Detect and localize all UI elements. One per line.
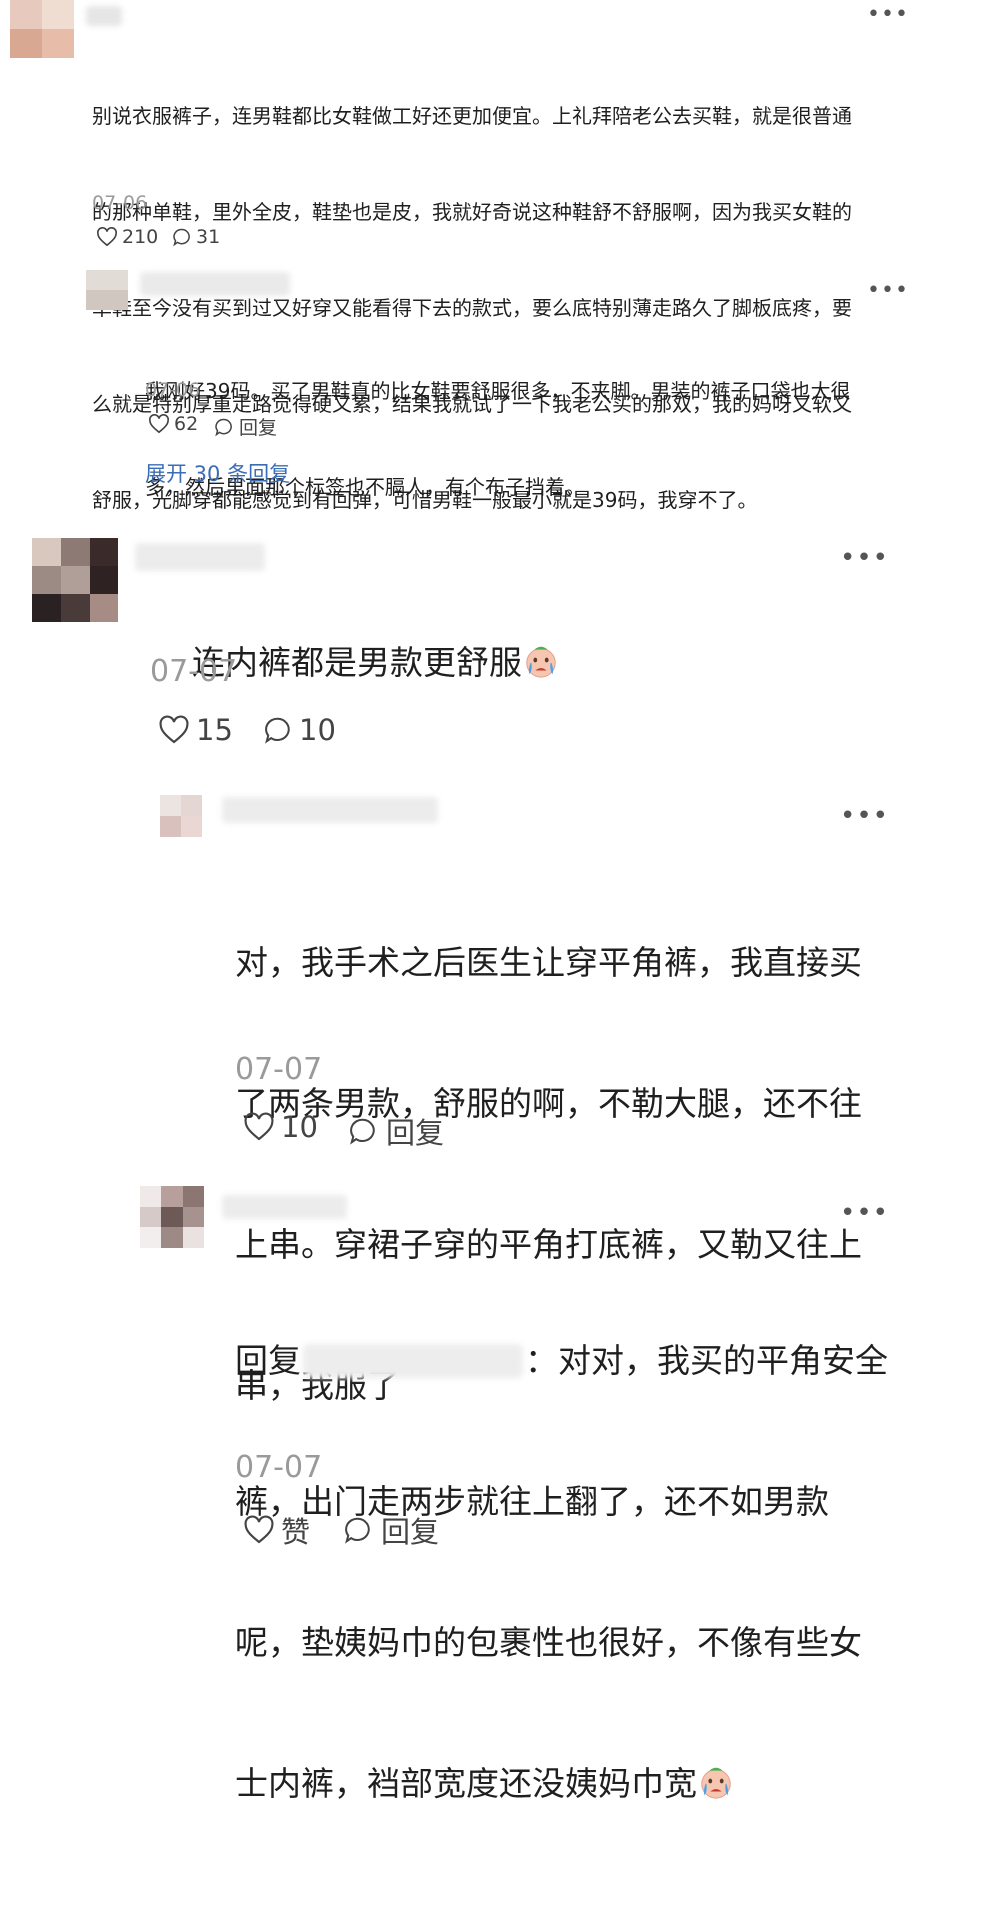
comment-text: 连内裤都是男款更舒服	[150, 588, 850, 744]
like-count: 62	[174, 413, 199, 435]
avatar[interactable]	[86, 270, 128, 310]
avatar[interactable]	[160, 795, 202, 837]
reply-label: 回复	[386, 1116, 445, 1150]
username-blurred[interactable]	[222, 797, 438, 823]
comment-bubble-icon	[173, 228, 190, 247]
like-count: 10	[281, 1110, 318, 1144]
comment-bubble-icon	[345, 1517, 370, 1544]
more-dots-icon[interactable]: •••	[840, 1200, 889, 1226]
comment-date: 07-06	[92, 192, 148, 214]
reply-count-button[interactable]: 31	[172, 226, 220, 248]
like-button[interactable]: 62	[148, 413, 198, 435]
reply-label: 回复	[381, 1515, 440, 1549]
like-button[interactable]: 赞	[243, 1509, 310, 1551]
heart-outline-icon	[97, 227, 117, 247]
like-label: 赞	[281, 1515, 311, 1549]
heart-outline-icon	[244, 1112, 274, 1141]
more-dots-icon[interactable]: •••	[840, 545, 889, 571]
comment-bubble-icon	[350, 1118, 375, 1145]
reply-button[interactable]: 回复	[214, 413, 277, 440]
avatar[interactable]	[140, 1186, 204, 1248]
crying-emoji-icon	[522, 642, 560, 694]
more-dots-icon[interactable]: •••	[867, 280, 909, 302]
comment-bubble-icon	[215, 418, 232, 436]
heart-outline-icon	[244, 1515, 274, 1544]
avatar[interactable]	[32, 538, 118, 622]
comment-bubble-icon	[265, 717, 290, 744]
more-dots-icon[interactable]: •••	[840, 803, 889, 829]
reply-button[interactable]: 回复	[348, 1110, 444, 1152]
reply-date: 07-06	[145, 379, 201, 401]
reply-label: 回复	[239, 417, 278, 439]
more-dots-icon[interactable]: •••	[867, 4, 909, 26]
reply-count: 31	[196, 226, 221, 248]
reply-count-button[interactable]: 10	[263, 713, 336, 747]
like-button[interactable]: 210	[96, 226, 158, 248]
like-count: 210	[122, 226, 159, 248]
reply-date: 07-07	[235, 1450, 323, 1485]
comment-date: 07-07	[150, 654, 238, 689]
username-blurred[interactable]	[140, 272, 290, 296]
mentioned-username-blurred[interactable]	[303, 1344, 523, 1378]
heart-outline-icon	[159, 715, 189, 744]
reply-button[interactable]: 回复	[343, 1509, 439, 1551]
like-count: 15	[196, 713, 233, 747]
expand-replies-link[interactable]: 展开 30 条回复	[145, 458, 290, 488]
username-blurred[interactable]	[135, 543, 265, 571]
like-button[interactable]: 15	[158, 713, 233, 747]
reply-count: 10	[299, 713, 336, 747]
avatar[interactable]	[10, 0, 74, 58]
crying-emoji-icon	[697, 1763, 735, 1813]
reply-date: 07-07	[235, 1052, 323, 1087]
reply-prefix: 回复	[235, 1341, 301, 1380]
heart-outline-icon	[149, 414, 169, 434]
reply-text: 回复 ：对对，我买的平角安全 裤，出门走两步就往上翻了，还不如男款 呢，垫姨妈巾的…	[235, 1243, 925, 1907]
username-blurred[interactable]	[222, 1195, 347, 1219]
like-button[interactable]: 10	[243, 1110, 318, 1144]
username-blurred[interactable]	[86, 6, 122, 26]
